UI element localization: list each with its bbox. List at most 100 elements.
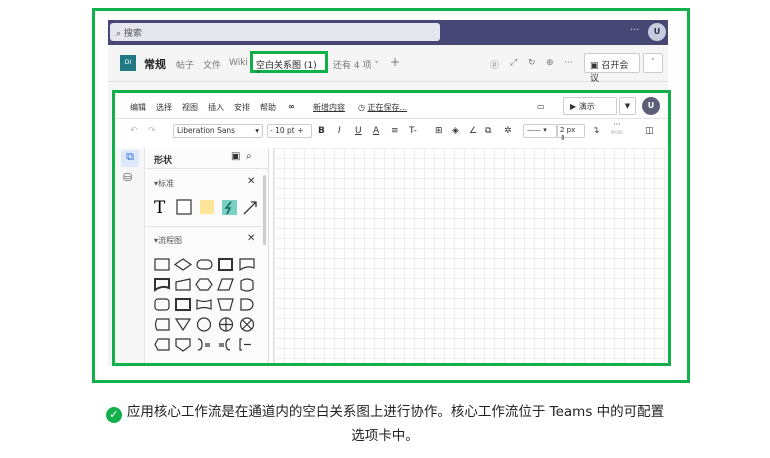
line-color-icon[interactable]: ∠	[469, 126, 477, 136]
decision-shape[interactable]	[173, 258, 193, 271]
menu-insert[interactable]: 插入	[208, 102, 224, 113]
align-icon[interactable]: ≡	[391, 126, 399, 136]
comment-icon[interactable]: ▭	[537, 102, 545, 111]
stored-data-shape[interactable]	[154, 298, 170, 311]
process-shape[interactable]	[154, 258, 170, 271]
canvas-scrollbar[interactable]	[669, 198, 671, 258]
fill-color-icon[interactable]: ◈	[452, 126, 459, 136]
font-family-select[interactable]: Liberation Sans ▾	[173, 124, 263, 138]
subprocess-shape[interactable]	[218, 258, 233, 271]
find-icon[interactable]: ∞	[288, 102, 295, 111]
tab-label: 空白关系图 (1)	[256, 61, 317, 71]
close-icon[interactable]: ✕	[247, 233, 255, 244]
format-icon[interactable]: ⛁	[123, 171, 132, 184]
manual-operation-shape[interactable]	[217, 298, 234, 311]
more-button[interactable]: ··· MORE	[611, 121, 623, 136]
chat-icon[interactable]: ⓟ	[490, 58, 499, 71]
menu-arrange[interactable]: 安排	[234, 102, 250, 113]
standard-shapes: T	[154, 198, 257, 218]
text-shape[interactable]: T	[154, 198, 166, 218]
flowchart-row	[154, 338, 251, 352]
annotation-shape[interactable]	[219, 338, 231, 351]
connector-shape[interactable]	[196, 317, 212, 332]
bracket-shape[interactable]	[239, 338, 251, 351]
merge-shape[interactable]	[174, 318, 192, 332]
add-tab-icon[interactable]: +	[390, 55, 400, 69]
section-standard[interactable]: ▾标准	[154, 178, 174, 189]
italic-button[interactable]: I	[338, 126, 341, 136]
image-icon[interactable]: ▣	[231, 151, 240, 162]
text-format-icon[interactable]: T-	[409, 126, 417, 136]
bold-button[interactable]: B	[318, 126, 325, 136]
document-shape[interactable]	[239, 258, 255, 272]
present-button[interactable]: ▶ 演示	[563, 97, 617, 115]
menu-select[interactable]: 选择	[156, 102, 172, 113]
divider	[146, 226, 262, 227]
present-label: 演示	[578, 102, 595, 111]
shapes-icon[interactable]: ⧉	[121, 150, 139, 167]
globe-icon[interactable]: ⊕	[546, 58, 554, 68]
shadow-icon[interactable]: ⧉	[485, 126, 491, 136]
add-content-link[interactable]: 新增内容	[313, 102, 345, 113]
menu-edit[interactable]: 编辑	[130, 102, 146, 113]
delay-shape[interactable]	[240, 298, 254, 311]
meet-label: 召开会议	[590, 61, 629, 84]
expand-icon[interactable]: ⤢	[510, 58, 517, 68]
avatar[interactable]: U	[642, 97, 660, 115]
line-width-stepper[interactable]: 2 px ⇕	[557, 124, 585, 142]
font-color-button[interactable]: A	[373, 126, 379, 136]
section-flowchart[interactable]: ▾流程图	[154, 235, 182, 246]
line-style-select[interactable]: —— ▾	[523, 124, 557, 138]
multi-document-shape[interactable]	[154, 278, 170, 292]
note-shape[interactable]	[200, 200, 214, 214]
manual-input-shape[interactable]	[175, 278, 191, 291]
tab-posts[interactable]: 帖子	[176, 58, 194, 71]
meet-button[interactable]: ▣ 召开会议	[584, 53, 640, 84]
style-wand-icon[interactable]: ✲	[504, 126, 512, 136]
close-icon[interactable]: ✕	[247, 176, 255, 187]
terminator-shape[interactable]	[196, 259, 213, 270]
menu-view[interactable]: 视图	[182, 102, 198, 113]
or-shape[interactable]	[218, 317, 234, 332]
rectangle-shape[interactable]	[176, 199, 192, 215]
menu-help[interactable]: 帮助	[260, 102, 276, 113]
caption-line-2: 选项卡中。	[351, 428, 419, 444]
data-shape[interactable]	[217, 278, 234, 291]
search-placeholder: 搜索	[123, 29, 142, 39]
connector-icon[interactable]: ↴	[592, 126, 600, 136]
tape-shape[interactable]	[196, 299, 212, 310]
annotation-shape[interactable]	[197, 338, 210, 351]
more-icon[interactable]: ···	[630, 25, 640, 36]
table-icon[interactable]: ⊞	[435, 126, 443, 136]
display-shape[interactable]	[154, 338, 170, 351]
tab-files[interactable]: 文件	[203, 58, 221, 71]
card-shape[interactable]	[154, 318, 170, 331]
undo-icon[interactable]: ↶	[130, 126, 138, 136]
refresh-icon[interactable]: ↻	[528, 58, 536, 68]
more-icon[interactable]: ···	[564, 58, 573, 68]
panel-title: 形状	[154, 156, 173, 166]
internal-storage-shape[interactable]	[175, 298, 191, 311]
diagram-canvas[interactable]	[273, 148, 668, 363]
teams-top-bar: ⌕ 搜索 ··· U	[108, 20, 668, 45]
tab-blank-diagram[interactable]: 空白关系图 (1) ˅	[250, 51, 328, 81]
tab-wiki[interactable]: Wiki	[229, 58, 248, 68]
underline-button[interactable]: U	[355, 126, 362, 136]
avatar[interactable]: U	[648, 23, 666, 41]
meet-dropdown[interactable]: ˅	[643, 53, 663, 73]
database-shape[interactable]	[240, 278, 254, 292]
format-panel-icon[interactable]: ◫	[645, 126, 654, 136]
saving-status[interactable]: ◷ 正在保存...	[358, 102, 407, 113]
panel-scrollbar[interactable]	[263, 175, 266, 245]
redo-icon[interactable]: ↷	[148, 126, 156, 136]
present-dropdown[interactable]: ▼	[619, 97, 636, 115]
search-icon[interactable]: ⌕	[246, 151, 252, 162]
summing-junction-shape[interactable]	[239, 317, 255, 332]
arrow-shape[interactable]	[243, 201, 257, 215]
offpage-shape[interactable]	[175, 338, 191, 352]
preparation-shape[interactable]	[195, 278, 213, 291]
font-size-stepper[interactable]: - 10 pt +	[267, 124, 312, 138]
tab-more[interactable]: 还有 4 项 ˅	[333, 58, 379, 71]
more-label: MORE	[611, 130, 623, 135]
search-input[interactable]: ⌕ 搜索	[110, 23, 440, 41]
